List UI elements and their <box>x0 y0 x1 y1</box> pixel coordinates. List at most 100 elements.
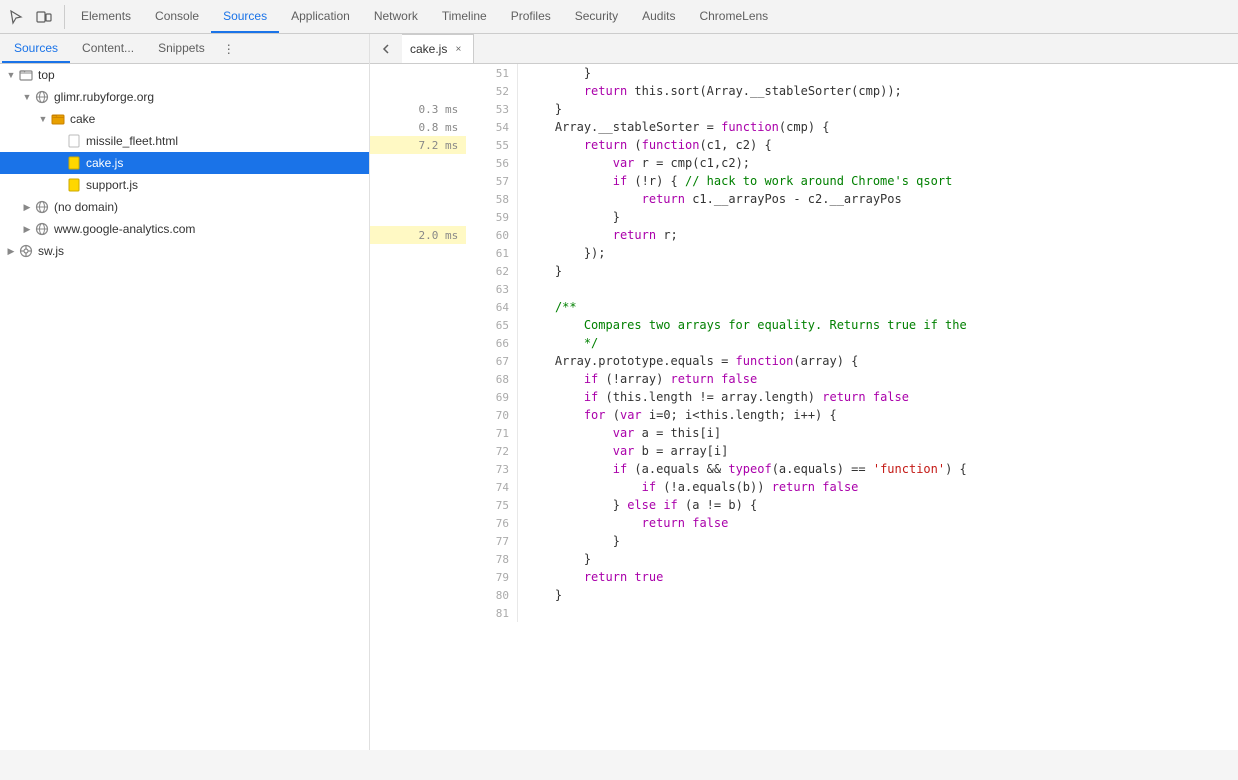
sw-icon <box>18 243 34 259</box>
line-number: 72 <box>466 442 517 460</box>
table-row: 78 } <box>370 550 1238 568</box>
line-content: if (!r) { // hack to work around Chrome'… <box>518 172 1238 190</box>
line-timing: 0.8 ms <box>370 118 466 136</box>
editor-tab-cakejs[interactable]: cake.js × <box>402 34 474 63</box>
line-number: 53 <box>466 100 517 118</box>
tree-item-cake-folder[interactable]: ▼ cake <box>0 108 369 130</box>
folder-icon <box>18 67 34 83</box>
devtools-icons <box>4 5 65 29</box>
line-content: } <box>518 586 1238 604</box>
line-timing <box>370 496 466 514</box>
line-timing <box>370 370 466 388</box>
tab-console[interactable]: Console <box>143 0 211 33</box>
back-icon[interactable] <box>374 37 398 61</box>
file-tree: ▼ top ▼ glimr.rubyforge.org ▼ <box>0 64 369 262</box>
table-row: 71 var a = this[i] <box>370 424 1238 442</box>
tab-profiles[interactable]: Profiles <box>499 0 563 33</box>
table-row: 75 } else if (a != b) { <box>370 496 1238 514</box>
line-number: 77 <box>466 532 517 550</box>
tab-chromelens[interactable]: ChromeLens <box>687 0 780 33</box>
line-number: 57 <box>466 172 517 190</box>
line-content: }); <box>518 244 1238 262</box>
arrow-cake: ▼ <box>36 112 50 126</box>
tab-sources[interactable]: Sources <box>211 0 279 33</box>
table-row: 66 */ <box>370 334 1238 352</box>
line-content <box>518 604 1238 622</box>
tab-elements[interactable]: Elements <box>69 0 143 33</box>
tree-item-cakejs[interactable]: ▶ cake.js <box>0 152 369 174</box>
tree-item-top[interactable]: ▼ top <box>0 64 369 86</box>
table-row: 58 return c1.__arrayPos - c2.__arrayPos <box>370 190 1238 208</box>
tab-close-icon[interactable]: × <box>451 42 465 56</box>
line-content: var b = array[i] <box>518 442 1238 460</box>
tab-network[interactable]: Network <box>362 0 430 33</box>
arrow-swjs: ▶ <box>4 244 18 258</box>
sidebar-tab-content[interactable]: Content... <box>70 34 146 63</box>
line-timing <box>370 208 466 226</box>
line-number: 61 <box>466 244 517 262</box>
tree-item-supportjs[interactable]: ▶ support.js <box>0 174 369 196</box>
tree-label-nodomain: (no domain) <box>54 200 118 214</box>
tab-application[interactable]: Application <box>279 0 362 33</box>
line-number: 78 <box>466 550 517 568</box>
line-timing: 2.0 ms <box>370 226 466 244</box>
line-timing <box>370 478 466 496</box>
line-timing <box>370 64 466 82</box>
line-timing <box>370 280 466 298</box>
line-content: if (a.equals && typeof(a.equals) == 'fun… <box>518 460 1238 478</box>
line-number: 67 <box>466 352 517 370</box>
sidebar-tab-sources[interactable]: Sources <box>2 34 70 63</box>
line-number: 66 <box>466 334 517 352</box>
more-tabs-icon[interactable]: ⋮ <box>217 37 241 61</box>
line-number: 80 <box>466 586 517 604</box>
line-timing <box>370 154 466 172</box>
line-timing <box>370 550 466 568</box>
line-number: 52 <box>466 82 517 100</box>
line-content: var r = cmp(c1,c2); <box>518 154 1238 172</box>
table-row: 81 <box>370 604 1238 622</box>
tab-audits[interactable]: Audits <box>630 0 687 33</box>
line-content: if (!a.equals(b)) return false <box>518 478 1238 496</box>
devtools-tabs: Elements Console Sources Application Net… <box>69 0 780 33</box>
line-content: /** <box>518 298 1238 316</box>
line-number: 59 <box>466 208 517 226</box>
tree-label-missile: missile_fleet.html <box>86 134 178 148</box>
tree-item-nodomain[interactable]: ▶ (no domain) <box>0 196 369 218</box>
line-timing <box>370 190 466 208</box>
line-content: for (var i=0; i<this.length; i++) { <box>518 406 1238 424</box>
line-timing: 7.2 ms <box>370 136 466 154</box>
line-content: Array.__stableSorter = function(cmp) { <box>518 118 1238 136</box>
devtools-topbar: Elements Console Sources Application Net… <box>0 0 1238 34</box>
tree-item-google-analytics[interactable]: ▶ www.google-analytics.com <box>0 218 369 240</box>
line-number: 69 <box>466 388 517 406</box>
line-content: return c1.__arrayPos - c2.__arrayPos <box>518 190 1238 208</box>
tab-security[interactable]: Security <box>563 0 630 33</box>
sidebar-tab-snippets[interactable]: Snippets <box>146 34 217 63</box>
device-icon[interactable] <box>32 5 56 29</box>
domain-icon-glimr <box>34 89 50 105</box>
table-row: 0.3 ms53 } <box>370 100 1238 118</box>
line-timing <box>370 442 466 460</box>
table-row: 80 } <box>370 586 1238 604</box>
table-row: 59 } <box>370 208 1238 226</box>
table-row: 77 } <box>370 532 1238 550</box>
table-row: 79 return true <box>370 568 1238 586</box>
tree-item-glimr[interactable]: ▼ glimr.rubyforge.org <box>0 86 369 108</box>
tree-item-missile[interactable]: ▶ missile_fleet.html <box>0 130 369 152</box>
table-row: 0.8 ms54 Array.__stableSorter = function… <box>370 118 1238 136</box>
line-content: */ <box>518 334 1238 352</box>
table-row: 57 if (!r) { // hack to work around Chro… <box>370 172 1238 190</box>
table-row: 56 var r = cmp(c1,c2); <box>370 154 1238 172</box>
line-timing <box>370 586 466 604</box>
line-number: 79 <box>466 568 517 586</box>
line-content: } <box>518 262 1238 280</box>
tree-item-swjs[interactable]: ▶ sw.js <box>0 240 369 262</box>
folder-icon-cake <box>50 111 66 127</box>
cursor-icon[interactable] <box>4 5 28 29</box>
tab-timeline[interactable]: Timeline <box>430 0 499 33</box>
sidebar-tabs: Sources Content... Snippets ⋮ <box>0 34 369 64</box>
table-row: 52 return this.sort(Array.__stableSorter… <box>370 82 1238 100</box>
line-timing <box>370 532 466 550</box>
line-content: if (this.length != array.length) return … <box>518 388 1238 406</box>
code-editor[interactable]: 51 }52 return this.sort(Array.__stableSo… <box>370 64 1238 750</box>
